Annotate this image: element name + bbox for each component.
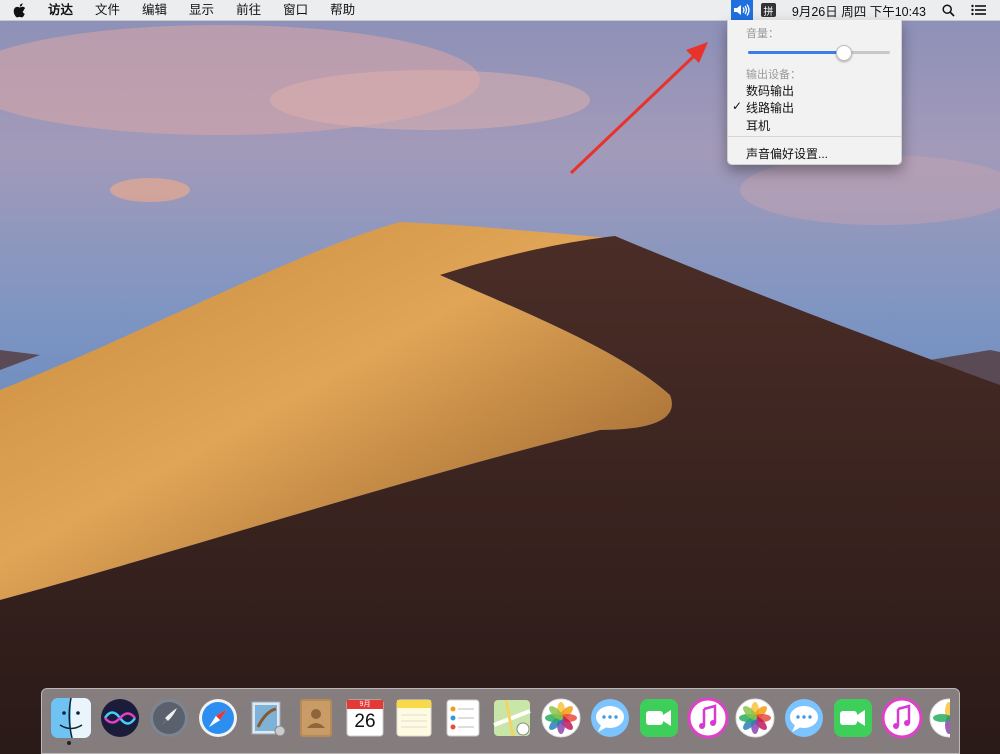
notes-icon[interactable] [393, 697, 435, 739]
siri-icon[interactable] [99, 697, 141, 739]
finder-icon[interactable] [50, 697, 92, 739]
menu-edit[interactable]: 编辑 [131, 0, 178, 20]
photos-icon-3[interactable] [928, 697, 950, 739]
messages-icon-2[interactable] [783, 697, 825, 739]
itunes-icon-2[interactable] [881, 697, 923, 739]
menubar-clock[interactable]: 9月26日 周四 下午10:43 [792, 1, 926, 20]
menu-go[interactable]: 前往 [225, 0, 272, 20]
maps-icon[interactable] [491, 697, 533, 739]
device-line-output[interactable]: 线路输出 [746, 99, 794, 116]
menu-separator [728, 136, 901, 137]
speaker-icon [733, 4, 750, 16]
spotlight-search-icon[interactable] [940, 0, 956, 20]
facetime-icon[interactable] [638, 697, 680, 739]
input-method-badge[interactable]: 拼 [760, 3, 776, 18]
volume-slider[interactable] [748, 45, 890, 61]
menu-window[interactable]: 窗口 [272, 0, 319, 20]
device-headphones[interactable]: 耳机 [746, 117, 770, 134]
finder-running-indicator [67, 741, 71, 745]
dock: 9月 26 [41, 688, 960, 754]
volume-label: 音量： [746, 28, 779, 40]
sound-preferences-item[interactable]: 声音偏好设置... [746, 145, 828, 162]
device-digital-output[interactable]: 数码输出 [746, 82, 794, 99]
messages-icon[interactable] [589, 697, 631, 739]
launchpad-icon[interactable] [148, 697, 190, 739]
safari-icon[interactable] [197, 697, 239, 739]
calendar-month: 9月 [359, 701, 371, 708]
facetime-icon-2[interactable] [832, 697, 874, 739]
contacts-icon[interactable] [295, 697, 337, 739]
notification-center-icon[interactable] [970, 0, 986, 20]
selected-checkmark-icon: ✓ [732, 99, 743, 113]
photos-icon-2[interactable] [734, 697, 776, 739]
output-device-label: 输出设备： [746, 69, 801, 81]
menu-help[interactable]: 帮助 [319, 0, 366, 20]
photos-icon[interactable] [540, 697, 582, 739]
menu-app-finder[interactable]: 访达 [43, 0, 84, 20]
reminders-icon[interactable] [442, 697, 484, 739]
volume-slider-knob[interactable] [836, 45, 853, 61]
itunes-icon[interactable] [687, 697, 729, 739]
calendar-day: 26 [354, 711, 376, 732]
mail-icon[interactable] [246, 697, 288, 739]
menu-view[interactable]: 显示 [178, 0, 225, 20]
volume-slider-fill [748, 51, 844, 54]
calendar-icon[interactable]: 9月 26 [344, 697, 386, 739]
menu-bar: 访达 文件 编辑 显示 前往 窗口 帮助 拼 9月26日 周四 下午10:43 [0, 0, 1000, 21]
menu-file[interactable]: 文件 [84, 0, 131, 20]
volume-dropdown-menu: 音量： 输出设备： 数码输出 ✓ 线路输出 耳机 声音偏好设置... [727, 20, 902, 165]
volume-menu-extra[interactable] [730, 0, 753, 20]
apple-menu-icon[interactable] [13, 0, 31, 20]
